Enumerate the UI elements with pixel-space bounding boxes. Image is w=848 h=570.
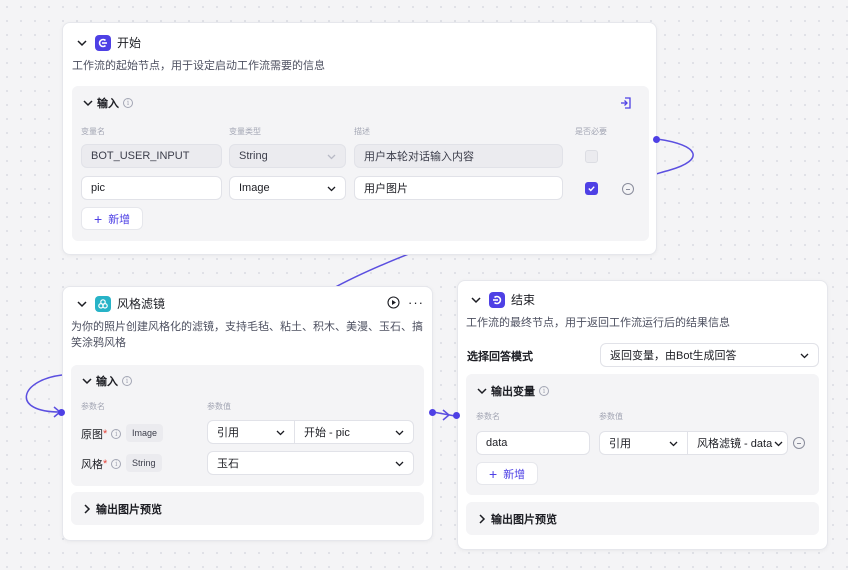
column-header: 变量名 (81, 127, 105, 136)
collapse-chevron-icon[interactable] (75, 36, 89, 50)
end-input-port[interactable] (453, 412, 460, 419)
chevron-down-icon (799, 350, 810, 361)
input-section: 输入 i 变量名 变量类型 描述 是否必要 BOT_USER_INPUT Str… (72, 86, 649, 241)
chevron-down-icon (668, 438, 679, 449)
output-name-field[interactable]: data (476, 431, 590, 455)
collapse-chevron-icon[interactable] (469, 293, 483, 307)
add-variable-button[interactable]: + 新增 (81, 207, 144, 230)
section-title: 输出变量 (491, 386, 535, 398)
end-icon (489, 291, 505, 308)
filter-plugin-icon (95, 295, 111, 312)
info-icon[interactable]: i (539, 386, 549, 396)
param-label: 原图 * i (81, 426, 122, 442)
remove-row-icon[interactable] (622, 183, 634, 195)
variable-type-select: String (229, 144, 346, 168)
value-mode-select[interactable]: 引用 (207, 420, 295, 444)
column-header: 是否必要 (575, 127, 607, 136)
info-icon[interactable]: i (123, 98, 133, 108)
node-description: 工作流的最终节点，用于返回工作流运行后的结果信息 (466, 317, 730, 329)
node-title: 风格滤镜 (117, 297, 166, 311)
add-output-button[interactable]: + 新增 (476, 462, 539, 485)
info-icon[interactable]: i (111, 429, 122, 439)
start-node[interactable]: 开始 工作流的起始节点，用于设定启动工作流需要的信息 输入 i 变量名 变量类型… (62, 22, 657, 255)
check-icon (588, 186, 595, 192)
type-tag: Image (126, 424, 164, 442)
filter-input-port[interactable] (58, 409, 65, 416)
node-description: 工作流的起始节点，用于设定启动工作流需要的信息 (72, 60, 325, 72)
description-field: 用户本轮对话输入内容 (354, 144, 563, 168)
collapse-chevron-icon[interactable] (475, 384, 489, 398)
info-icon[interactable]: i (111, 459, 122, 469)
section-title: 输出图片预览 (491, 514, 557, 526)
import-icon[interactable] (619, 96, 633, 110)
info-icon[interactable]: i (122, 376, 132, 386)
value-mode-select[interactable]: 引用 (599, 431, 688, 455)
style-select[interactable]: 玉石 (207, 451, 414, 475)
filter-output-port[interactable] (429, 409, 436, 416)
output-variable-section: 输出变量 i 参数名 参数值 data 引用 风格滤镜 - data + 新增 (466, 374, 819, 495)
param-label: 风格 * i (81, 456, 122, 472)
start-icon (95, 34, 111, 51)
required-checkbox[interactable] (585, 182, 598, 195)
answer-mode-select[interactable]: 返回变量，由Bot生成回答 (600, 343, 819, 367)
column-header: 参数值 (599, 412, 623, 421)
chevron-down-icon (394, 427, 405, 438)
type-tag: String (126, 454, 162, 472)
required-checkbox (585, 150, 598, 163)
chevron-down-icon (394, 458, 405, 469)
variable-name-field[interactable]: pic (81, 176, 222, 200)
run-icon[interactable] (387, 296, 400, 309)
node-description: 为你的照片创建风格化的滤镜，支持毛毡、粘土、积木、美漫、玉石、搞笑涂鸦风格 (71, 321, 423, 349)
plus-icon: + (489, 465, 498, 482)
section-title: 输入 (96, 376, 118, 388)
input-section: 输入 i 参数名 参数值 原图 * i Image 引用 开始 - pic 风格 *… (71, 365, 424, 486)
variable-name-field: BOT_USER_INPUT (81, 144, 222, 168)
chevron-down-icon (326, 183, 337, 194)
end-node[interactable]: 结束 工作流的最终节点，用于返回工作流运行后的结果信息 选择回答模式 返回变量，… (457, 280, 828, 550)
edge-filter-to-end (432, 411, 456, 417)
collapse-chevron-icon[interactable] (75, 297, 89, 311)
column-header: 参数名 (476, 412, 500, 421)
start-output-port[interactable] (653, 136, 660, 143)
column-header: 描述 (354, 127, 370, 136)
chevron-down-icon (275, 427, 286, 438)
column-header: 参数值 (207, 402, 231, 411)
reference-select[interactable]: 开始 - pic (294, 420, 414, 444)
output-preview-section[interactable]: 输出图片预览 (71, 492, 424, 525)
answer-mode-label: 选择回答模式 (467, 351, 533, 363)
remove-row-icon[interactable] (793, 437, 805, 449)
output-preview-section[interactable]: 输出图片预览 (466, 502, 819, 535)
expand-chevron-icon[interactable] (475, 512, 489, 526)
node-title: 结束 (511, 293, 536, 307)
chevron-down-icon (773, 438, 784, 449)
plus-icon: + (94, 210, 103, 227)
section-title: 输入 (97, 98, 119, 110)
style-filter-node[interactable]: 风格滤镜 ··· 为你的照片创建风格化的滤镜，支持毛毡、粘土、积木、美漫、玉石、… (62, 286, 433, 541)
collapse-chevron-icon[interactable] (81, 96, 95, 110)
column-header: 参数名 (81, 402, 105, 411)
description-field[interactable]: 用户图片 (354, 176, 563, 200)
section-title: 输出图片预览 (96, 504, 162, 516)
node-title: 开始 (117, 36, 142, 50)
edge-filter-loop (25, 374, 63, 413)
expand-chevron-icon[interactable] (80, 502, 94, 516)
collapse-chevron-icon[interactable] (80, 374, 94, 388)
reference-select[interactable]: 风格滤镜 - data (687, 431, 788, 455)
column-header: 变量类型 (229, 127, 261, 136)
more-icon[interactable]: ··· (408, 295, 424, 310)
chevron-down-icon (326, 151, 337, 162)
variable-type-select[interactable]: Image (229, 176, 346, 200)
